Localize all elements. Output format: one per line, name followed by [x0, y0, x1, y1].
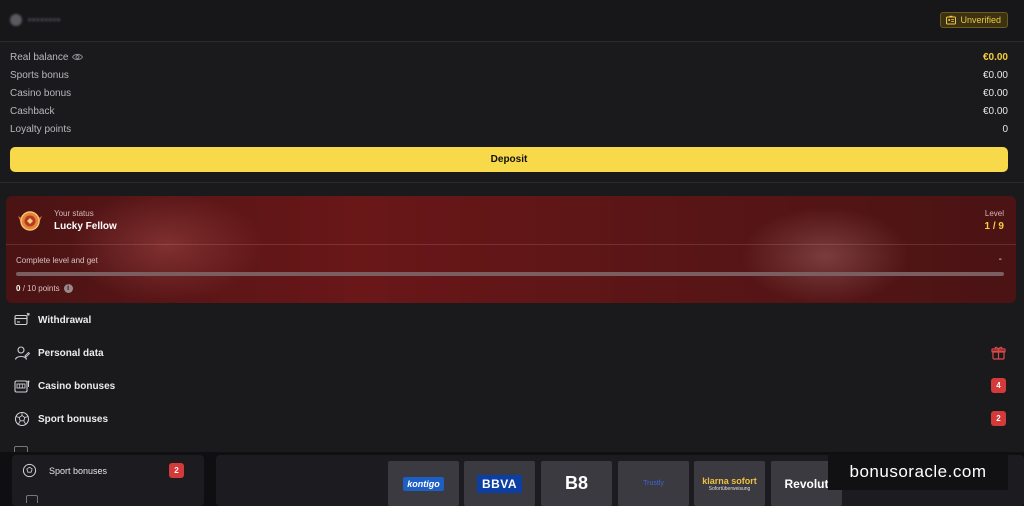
casino-bonuses-badge: 4	[991, 378, 1006, 393]
sofort-sub: Sofortüberweisung	[708, 485, 751, 492]
side-sport-bonuses-badge: 2	[169, 463, 184, 478]
balance-value: €0.00	[982, 106, 1008, 117]
menu-item-sport-bonuses[interactable]: Sport bonuses 2	[14, 409, 1006, 429]
balance-value: 0	[1002, 124, 1008, 135]
payment-method-sofort[interactable]: klarna sofort Sofortüberweisung	[694, 461, 765, 506]
balance-label: Cashback	[10, 106, 55, 117]
payment-method-b8[interactable]: B8	[541, 461, 612, 506]
avatar	[10, 14, 22, 26]
info-icon[interactable]: i	[63, 284, 73, 293]
level-label: Level	[984, 209, 1004, 218]
balance-value: €0.00	[982, 88, 1008, 99]
slot-machine-icon	[14, 380, 30, 393]
balance-row-loyalty: Loyalty points 0	[10, 124, 1008, 135]
sofort-logo: klarna sofort	[702, 475, 757, 486]
eye-icon[interactable]	[72, 53, 84, 61]
balance-label: Casino bonus	[10, 88, 72, 99]
balance-row-sports: Sports bonus €0.00	[10, 70, 1008, 81]
unverified-badge[interactable]: Unverified	[940, 12, 1008, 28]
menu-item-label: Casino bonuses	[38, 380, 116, 392]
divider	[0, 182, 1024, 183]
deposit-button[interactable]: Deposit	[10, 147, 1008, 172]
status-divider	[6, 244, 1016, 245]
sport-bonuses-badge: 2	[991, 411, 1006, 426]
menu-item-withdrawal[interactable]: Withdrawal	[14, 310, 1006, 330]
b8-logo: B8	[564, 473, 588, 493]
withdrawal-card-icon	[14, 312, 30, 326]
points-counter: 0 / 10 points i	[16, 284, 73, 293]
side-next-icon	[26, 495, 38, 503]
menu-item-casino-bonuses[interactable]: Casino bonuses 4	[14, 376, 1006, 396]
level-progress-bar	[16, 272, 1004, 276]
username-text: ••••••••	[28, 15, 62, 25]
user-icon	[14, 346, 30, 360]
unverified-label: Unverified	[960, 15, 1001, 25]
trustly-logo: Trustly	[643, 480, 664, 487]
soccer-ball-icon	[22, 463, 37, 478]
status-name: Lucky Fellow	[54, 221, 117, 232]
balance-value: €0.00	[982, 70, 1008, 81]
id-card-icon	[946, 15, 957, 25]
balance-label: Real balance	[10, 52, 69, 63]
soccer-ball-icon	[14, 411, 30, 427]
watermark: bonusoracle.com	[828, 454, 1008, 490]
menu-item-label: Personal data	[38, 347, 104, 359]
menu-item-label: Withdrawal	[38, 314, 92, 326]
account-header: •••••••• Unverified	[0, 0, 1024, 42]
balance-row-casino: Casino bonus €0.00	[10, 88, 1008, 99]
menu-item-personal-data[interactable]: Personal data	[14, 343, 1006, 363]
payment-method-kontigo[interactable]: kontigo	[388, 461, 459, 506]
balance-value: €0.00	[982, 52, 1008, 63]
side-menu-label: Sport bonuses	[49, 465, 108, 476]
balance-row-cashback: Cashback €0.00	[10, 106, 1008, 117]
kontigo-logo: kontigo	[403, 476, 444, 491]
username: ••••••••	[10, 14, 61, 26]
balance-label: Loyalty points	[10, 124, 72, 135]
medal-icon	[18, 211, 42, 231]
menu-item-label: Sport bonuses	[38, 413, 109, 425]
side-menu-sport-bonuses[interactable]: Sport bonuses	[22, 463, 107, 478]
gift-icon[interactable]	[991, 345, 1006, 360]
complete-level-label: Complete level and get	[16, 256, 98, 265]
status-label: Your status	[54, 209, 94, 218]
payment-method-trustly[interactable]: Trustly	[618, 461, 689, 506]
points-total: / 10 points	[22, 284, 60, 293]
status-banner: Your status Lucky Fellow Level 1 / 9 Com…	[6, 196, 1016, 303]
points-current: 0	[16, 284, 21, 293]
revolut-logo: Revolut	[784, 476, 829, 491]
balance-label: Sports bonus	[10, 70, 69, 81]
level-value: 1 / 9	[984, 221, 1004, 232]
payment-method-bbva[interactable]: BBVA	[464, 461, 535, 506]
balance-row-real: Real balance €0.00	[10, 52, 1008, 63]
level-reward: -	[998, 254, 1002, 265]
bbva-logo: BBVA	[476, 474, 523, 493]
side-menu-card: Sport bonuses 2	[12, 455, 204, 506]
